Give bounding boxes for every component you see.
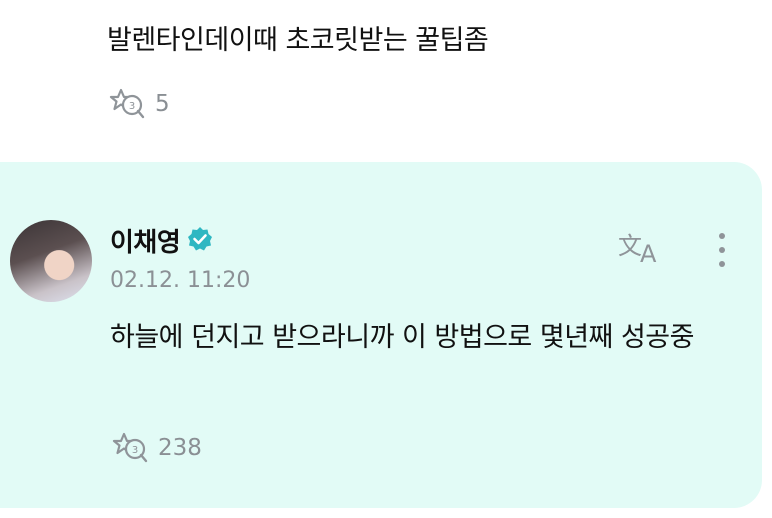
more-options-button[interactable] xyxy=(708,230,736,270)
svg-text:3: 3 xyxy=(132,445,138,456)
svg-text:文: 文 xyxy=(618,232,642,260)
comment-author-row: 이채영 xyxy=(110,222,214,259)
translate-button[interactable]: 文 A xyxy=(616,228,668,268)
translate-icon: 文 A xyxy=(616,232,668,270)
svg-text:A: A xyxy=(640,240,657,266)
post-text: 발렌타인데이때 초코릿받는 꿀팁좀 xyxy=(107,25,489,56)
comment-reaction-count: 238 xyxy=(158,435,202,461)
comment-reaction-button[interactable]: 3 238 xyxy=(110,430,202,466)
comment-text: 하늘에 던지고 받으라니까 이 방법으로 몇년째 성공중 xyxy=(110,322,694,353)
more-vertical-icon xyxy=(708,233,736,274)
post-reaction-button[interactable]: 3 5 xyxy=(107,86,170,122)
verified-badge-icon xyxy=(186,225,214,257)
reaction-icon: 3 xyxy=(107,86,147,122)
author-name[interactable]: 이채영 xyxy=(110,222,181,259)
svg-text:3: 3 xyxy=(129,101,135,112)
post-reaction-count: 5 xyxy=(155,91,170,117)
avatar[interactable] xyxy=(10,220,92,302)
comment-timestamp: 02.12. 11:20 xyxy=(110,268,251,293)
reaction-icon: 3 xyxy=(110,430,150,466)
